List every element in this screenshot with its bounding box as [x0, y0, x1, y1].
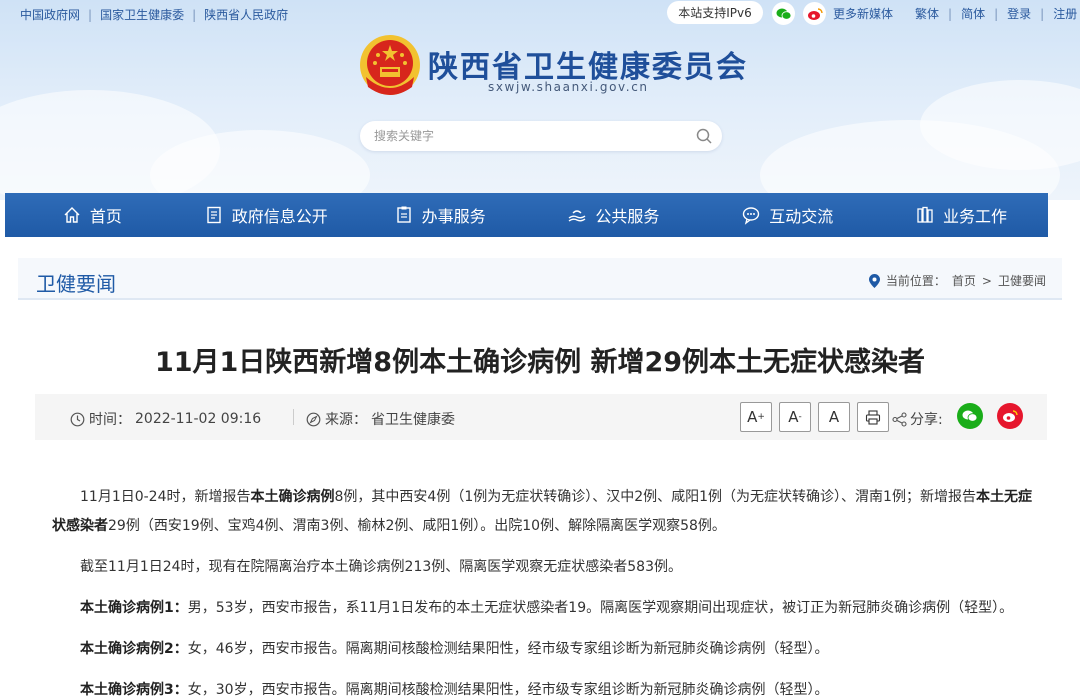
- wechat-top-icon[interactable]: [772, 2, 795, 25]
- font-reset-button[interactable]: A: [818, 402, 850, 432]
- link-shaanxi-gov[interactable]: 陕西省人民政府: [204, 6, 288, 23]
- font-decrease-button[interactable]: A-: [779, 402, 811, 432]
- font-increase-button[interactable]: A +: [740, 402, 772, 432]
- print-button[interactable]: [857, 402, 889, 432]
- paragraph: 本土确诊病例2：女，46岁，西安市报告。隔离期间核酸检测结果阳性，经市级专家组诊…: [80, 641, 829, 657]
- main-nav: 首页 政府信息公开 办事服务 公共服务 互动交流 业务工作: [5, 193, 1048, 237]
- source-label: 来源：: [325, 412, 367, 428]
- article-source: 来源： 省卫生健康委: [306, 409, 455, 429]
- breadcrumb: 当前位置： 首页 > 卫健要闻: [868, 272, 1046, 289]
- nav-public-service[interactable]: 公共服务: [526, 193, 700, 237]
- link-gov-cn[interactable]: 中国政府网: [20, 6, 80, 23]
- search-box: [360, 121, 722, 151]
- search-input[interactable]: [374, 127, 684, 145]
- weibo-top-icon[interactable]: [803, 2, 826, 25]
- nav-label: 互动交流: [769, 207, 834, 226]
- nav-label: 首页: [89, 207, 122, 226]
- chat-icon: [743, 207, 760, 225]
- breadcrumb-bar: 卫健要闻 当前位置： 首页 > 卫健要闻: [18, 258, 1062, 300]
- paragraph: 本土确诊病例1：男，53岁，西安市报告，系11月1日发布的本土无症状感染者19。…: [80, 600, 1014, 616]
- meta-divider: [293, 409, 294, 425]
- nav-business[interactable]: 业务工作: [874, 193, 1048, 237]
- register-link[interactable]: 注册: [1053, 5, 1077, 22]
- simplified-link[interactable]: 简体: [961, 5, 985, 22]
- nav-label: 业务工作: [943, 207, 1008, 226]
- nav-home[interactable]: 首页: [5, 193, 179, 237]
- article-body: 11月1日0-24时，新增报告本土确诊病例8例，其中西安4例（1例为无症状转确诊…: [52, 483, 1036, 700]
- time-label: 时间：: [89, 412, 131, 428]
- ipv6-badge: 本站支持IPv6: [667, 1, 763, 24]
- top-right-links: 更多新媒体 繁体 | 简体 | 登录 | 注册: [833, 5, 1078, 22]
- nav-label: 办事服务: [421, 207, 486, 226]
- paragraph: 本土确诊病例3：女，30岁，西安市报告。隔离期间核酸检测结果阳性，经市级专家组诊…: [80, 682, 829, 698]
- national-emblem-logo: [358, 33, 422, 99]
- time-value: 2022-11-02 09:16: [135, 411, 262, 427]
- nav-services[interactable]: 办事服务: [353, 193, 527, 237]
- site-domain: sxwjw.shaanxi.gov.cn: [488, 80, 649, 94]
- link-nhc[interactable]: 国家卫生健康委: [100, 6, 184, 23]
- books-icon: [917, 206, 933, 223]
- share-label: 分享:: [910, 412, 943, 428]
- clock-icon: [70, 412, 85, 426]
- location-label: 当前位置：: [885, 274, 946, 288]
- paragraph: 截至11月1日24时，现有在院隔离治疗本土确诊病例213例、隔离医学观察无症状感…: [80, 559, 682, 575]
- source-value: 省卫生健康委: [371, 412, 455, 428]
- breadcrumb-current[interactable]: 卫健要闻: [998, 272, 1046, 289]
- publish-time: 时间： 2022-11-02 09:16: [70, 409, 261, 429]
- search-icon[interactable]: [695, 127, 713, 145]
- breadcrumb-home[interactable]: 首页: [952, 272, 976, 289]
- nav-gov-info[interactable]: 政府信息公开: [179, 193, 353, 237]
- traditional-link[interactable]: 繁体: [915, 5, 939, 22]
- compass-icon: [306, 412, 321, 426]
- nav-label: 政府信息公开: [231, 207, 328, 226]
- printer-icon: [865, 409, 881, 425]
- article-meta-bar: 时间： 2022-11-02 09:16 来源： 省卫生健康委 A + A- A …: [35, 394, 1047, 440]
- share-section: 分享:: [892, 409, 943, 429]
- home-icon: [64, 207, 80, 223]
- article-title: 11月1日陕西新增8例本土确诊病例 新增29例本土无症状感染者: [154, 347, 926, 378]
- share-wechat-icon[interactable]: [957, 403, 983, 429]
- top-links: 中国政府网 | 国家卫生健康委 | 陕西省人民政府: [20, 6, 289, 23]
- section-title: 卫健要闻: [36, 272, 116, 296]
- header-banner: [0, 0, 1080, 200]
- hands-icon: [568, 210, 586, 222]
- more-media-link[interactable]: 更多新媒体: [833, 5, 893, 22]
- share-icon: [892, 411, 907, 427]
- login-link[interactable]: 登录: [1007, 5, 1031, 22]
- nav-interaction[interactable]: 互动交流: [700, 193, 874, 237]
- nav-label: 公共服务: [595, 207, 660, 226]
- breadcrumb-separator: >: [981, 273, 992, 288]
- clipboard-icon: [396, 206, 411, 223]
- share-weibo-icon[interactable]: [997, 403, 1023, 429]
- location-pin-icon: [868, 273, 880, 288]
- document-icon: [207, 206, 221, 224]
- paragraph: 11月1日0-24时，新增报告本土确诊病例8例，其中西安4例（1例为无症状转确诊…: [52, 489, 1032, 534]
